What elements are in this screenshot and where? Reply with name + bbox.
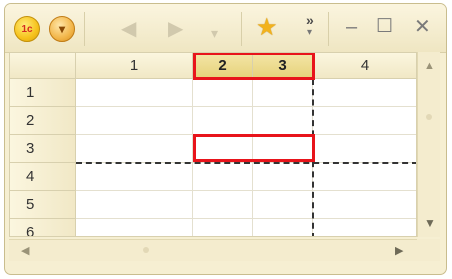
- column-header-4[interactable]: 4: [313, 53, 416, 79]
- toolbar-separator: [241, 12, 242, 46]
- grid-cell[interactable]: [313, 191, 416, 219]
- row-header-4[interactable]: 4: [10, 163, 76, 191]
- row-header-5[interactable]: 5: [10, 191, 76, 219]
- history-dropdown-icon[interactable]: ▾: [211, 22, 218, 44]
- grid-cell[interactable]: [313, 79, 416, 107]
- grid-cell[interactable]: [193, 163, 253, 191]
- grid-cell[interactable]: [253, 163, 313, 191]
- grid-cell[interactable]: [193, 191, 253, 219]
- grid-cell[interactable]: [193, 107, 253, 135]
- vertical-scrollbar[interactable]: ▲ ▼: [417, 52, 440, 237]
- more-dropdown-icon[interactable]: ▾: [307, 28, 312, 38]
- more-commands-icon[interactable]: »: [306, 13, 314, 27]
- back-arrow-icon[interactable]: ◀: [121, 18, 136, 40]
- selected-columns-highlight: [193, 53, 315, 80]
- grid-cell[interactable]: [313, 219, 416, 236]
- row-header-6[interactable]: 6: [10, 219, 76, 236]
- chevron-down-icon: ▾: [58, 22, 66, 36]
- grid-cell[interactable]: [76, 135, 193, 163]
- row-header-3[interactable]: 3: [10, 135, 76, 163]
- grid-cell[interactable]: [76, 163, 193, 191]
- grid-cell[interactable]: [313, 163, 416, 191]
- spreadsheet-grid[interactable]: 1 2 3 4 1 2 3 4 5 6: [9, 52, 417, 237]
- grid-cell[interactable]: [253, 219, 313, 236]
- scroll-thumb[interactable]: [143, 247, 149, 253]
- grid-cell[interactable]: [313, 107, 416, 135]
- main-menu-button[interactable]: ▾: [49, 16, 75, 42]
- scroll-down-icon[interactable]: ▼: [424, 217, 436, 229]
- toolbar-separator: [84, 12, 85, 46]
- grid-cell[interactable]: [76, 107, 193, 135]
- favorite-star-icon[interactable]: ★: [256, 15, 278, 41]
- grid-corner-header[interactable]: [10, 53, 76, 79]
- grid-cell[interactable]: [76, 191, 193, 219]
- grid-cell[interactable]: [76, 219, 193, 236]
- app-logo-text: 1с: [21, 23, 33, 35]
- toolbar-separator: [328, 12, 329, 46]
- toolbar: 1с ▾ ◀ ▶ ▾ ★ » ▾ – ☐ ✕: [5, 4, 446, 53]
- app-logo-button[interactable]: 1с: [14, 16, 40, 42]
- forward-arrow-icon[interactable]: ▶: [168, 18, 183, 40]
- maximize-icon[interactable]: ☐: [376, 17, 393, 37]
- scroll-right-icon[interactable]: ▶: [395, 245, 403, 257]
- grid-cell[interactable]: [193, 219, 253, 236]
- selected-cells-highlight: [193, 134, 315, 162]
- grid-cell[interactable]: [253, 79, 313, 107]
- scrollbar-corner: [417, 239, 440, 261]
- row-header-1[interactable]: 1: [10, 79, 76, 107]
- row-header-2[interactable]: 2: [10, 107, 76, 135]
- close-icon[interactable]: ✕: [414, 17, 431, 37]
- minimize-icon[interactable]: –: [346, 17, 357, 37]
- grid-cell[interactable]: [253, 107, 313, 135]
- grid-cell[interactable]: [193, 79, 253, 107]
- grid-cell[interactable]: [76, 79, 193, 107]
- grid-cell[interactable]: [313, 135, 416, 163]
- grid-cell[interactable]: [253, 191, 313, 219]
- scroll-thumb[interactable]: [426, 114, 432, 120]
- scroll-up-icon[interactable]: ▲: [424, 60, 435, 72]
- horizontal-page-break: [76, 162, 416, 164]
- scroll-left-icon[interactable]: ◀: [21, 245, 29, 257]
- horizontal-scrollbar[interactable]: ◀ ▶: [9, 239, 417, 261]
- column-header-1[interactable]: 1: [76, 53, 193, 79]
